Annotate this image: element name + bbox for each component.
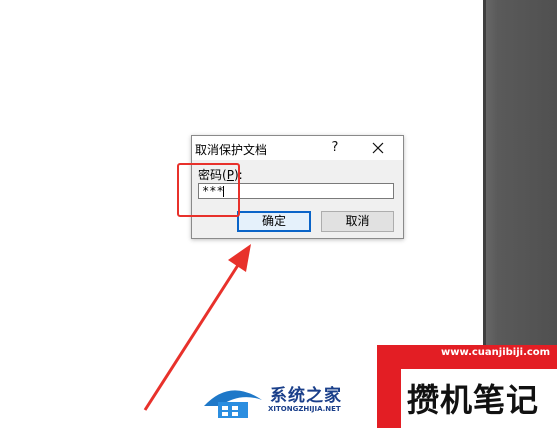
logo1-title: 系统之家 <box>270 386 342 406</box>
house-logo-icon <box>204 390 262 418</box>
logo2-title: 攒机笔记 <box>407 381 540 419</box>
logo2-url: www.cuanjibiji.com <box>441 347 551 358</box>
watermark-logo-xitongzhijia: 系统之家 XITONGZHIJIA.NET <box>200 378 360 424</box>
logo1-url: XITONGZHIJIA.NET <box>268 405 341 413</box>
watermark-logo-cuanjibiji: www.cuanjibiji.com 攒机笔记 <box>377 345 557 428</box>
